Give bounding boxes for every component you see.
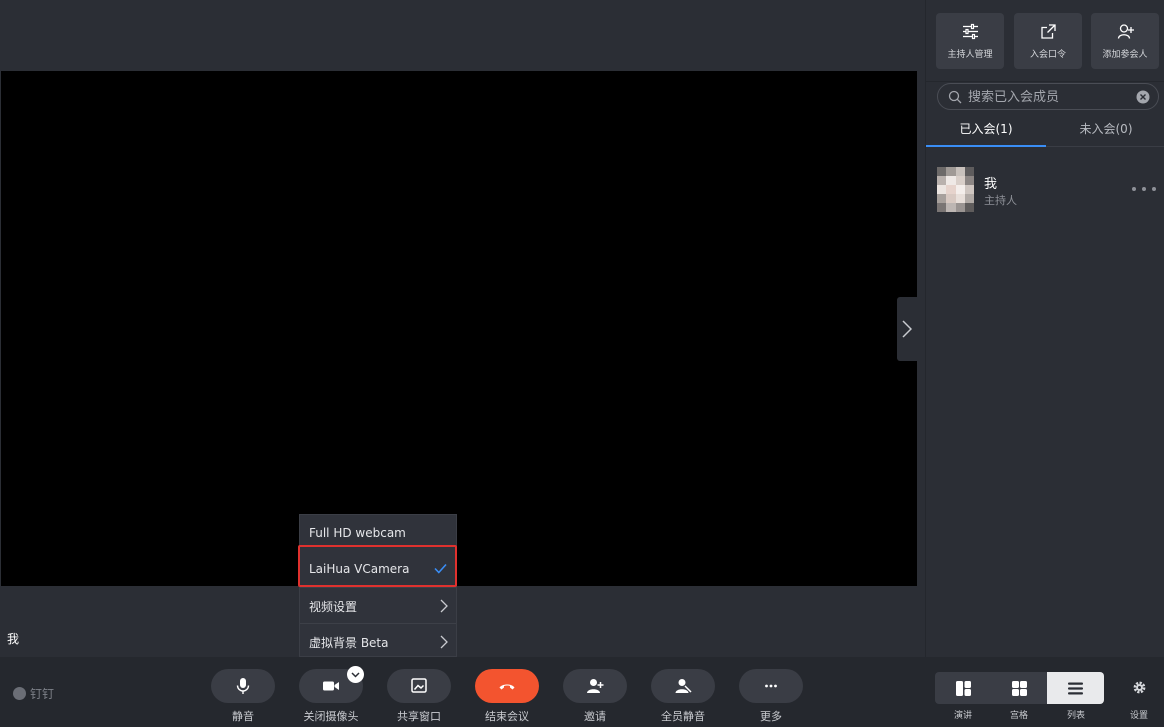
self-video-label: 我 <box>7 632 20 646</box>
avatar <box>937 167 974 212</box>
list-view-label: 列表 <box>1066 711 1085 721</box>
invite-label: 邀请 <box>584 710 606 723</box>
speaker-view-label: 演讲 <box>953 711 972 721</box>
settings-label: 设置 <box>1129 711 1148 721</box>
add-participant-button[interactable]: 添加参会人 <box>1091 13 1159 69</box>
layout-switch <box>935 672 1105 704</box>
chevron-right-icon <box>440 599 448 613</box>
mute-label: 静音 <box>232 710 254 723</box>
end-meeting-label: 结束会议 <box>485 710 529 723</box>
add-participant-label: 添加参会人 <box>1102 50 1148 60</box>
speaker-view-button[interactable] <box>935 672 991 704</box>
video-stage <box>1 71 917 586</box>
member-role: 主持人 <box>984 194 1017 207</box>
camera-option-laihua-vcamera[interactable]: LaiHua VCamera <box>300 551 456 587</box>
main-video-area: 我 <box>0 0 918 657</box>
meeting-code-button[interactable]: 入会口令 <box>1014 13 1082 69</box>
dingtalk-logo-icon <box>13 687 26 700</box>
menu-item-virtual-background[interactable]: 虚拟背景 Beta <box>300 624 456 660</box>
tab-not-joined[interactable]: 未入会(0) <box>1046 113 1164 147</box>
camera-options-toggle[interactable] <box>347 666 364 683</box>
menu-item-video-settings[interactable]: 视频设置 <box>300 588 456 624</box>
brand-name: 钉钉 <box>30 687 55 701</box>
meeting-code-label: 入会口令 <box>1029 50 1066 60</box>
video-camera-icon <box>323 681 339 691</box>
member-more-icon[interactable] <box>1132 179 1156 199</box>
member-search-input[interactable] <box>968 87 1128 107</box>
sliders-icon <box>962 23 978 40</box>
brand-logo: 钉钉 <box>13 685 54 702</box>
external-link-icon <box>1040 24 1056 39</box>
host-management-label: 主持人管理 <box>947 50 993 60</box>
checkmark-icon <box>434 563 447 574</box>
camera-option-label: LaiHua VCamera <box>309 562 410 576</box>
grid-view-label: 宫格 <box>1009 711 1028 721</box>
camera-toggle-button[interactable]: 关闭摄像头 <box>299 666 364 724</box>
camera-option-full-hd-webcam[interactable]: Full HD webcam <box>300 515 456 551</box>
add-user-icon <box>1117 24 1134 39</box>
member-search <box>937 83 1159 110</box>
clear-search-icon[interactable] <box>1136 90 1150 104</box>
invite-button[interactable]: 邀请 <box>563 669 627 724</box>
menu-item-label: 视频设置 <box>309 599 358 614</box>
settings-button[interactable] <box>1125 680 1153 699</box>
chevron-right-icon <box>902 320 912 338</box>
more-button[interactable]: 更多 <box>739 669 803 724</box>
mute-all-label: 全员静音 <box>661 710 705 723</box>
share-window-button[interactable]: 共享窗口 <box>387 669 451 724</box>
participants-panel: 主持人管理 入会口令 添加参会人 已入会(1) 未入会(0) 我 主持人 <box>925 0 1164 657</box>
speaker-layout-icon <box>955 680 971 696</box>
grid-view-button[interactable] <box>991 672 1047 704</box>
share-screen-icon <box>411 678 427 693</box>
member-row[interactable]: 我 主持人 <box>926 165 1164 215</box>
mute-all-button[interactable]: 全员静音 <box>651 669 715 724</box>
list-layout-icon <box>1068 682 1083 694</box>
chevron-down-icon <box>351 671 360 678</box>
mute-all-icon <box>675 679 692 693</box>
member-name: 我 <box>984 177 998 192</box>
tab-joined[interactable]: 已入会(1) <box>926 113 1046 147</box>
host-management-button[interactable]: 主持人管理 <box>936 13 1004 69</box>
mute-button[interactable]: 静音 <box>211 669 275 724</box>
panel-divider <box>926 81 1164 82</box>
more-label: 更多 <box>760 710 782 723</box>
add-user-icon <box>587 679 604 693</box>
share-window-label: 共享窗口 <box>397 710 441 723</box>
hang-up-icon <box>499 684 515 690</box>
camera-source-menu: Full HD webcam LaiHua VCamera 视频设置 虚拟背景 … <box>299 514 457 657</box>
gear-icon <box>1133 681 1145 694</box>
camera-toggle-label: 关闭摄像头 <box>303 710 359 723</box>
grid-layout-icon <box>1011 680 1027 696</box>
menu-item-label: 虚拟背景 Beta <box>309 635 389 650</box>
end-meeting-button[interactable]: 结束会议 <box>475 669 539 724</box>
chevron-right-icon <box>440 635 448 649</box>
microphone-icon <box>236 678 250 694</box>
collapse-panel-button[interactable] <box>897 297 917 361</box>
search-icon <box>948 90 962 104</box>
camera-option-label: Full HD webcam <box>309 526 406 540</box>
more-dots-icon <box>765 684 777 688</box>
list-view-button[interactable] <box>1047 672 1104 704</box>
